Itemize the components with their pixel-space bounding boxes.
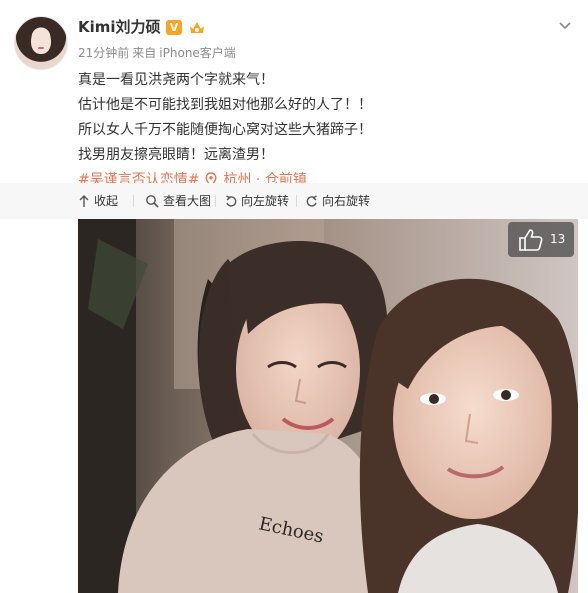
toolbar-divider — [296, 195, 297, 207]
avatar[interactable] — [14, 16, 68, 70]
verified-v-icon: V — [166, 20, 182, 35]
source-prefix: 来自 — [132, 46, 157, 60]
member-crown-icon[interactable] — [188, 19, 206, 36]
post-line: 估计他是不可能找到我姐对他那么好的人了！！ — [78, 97, 372, 113]
rotate-right-button[interactable]: 向右旋转 — [306, 183, 370, 219]
post-time[interactable]: 21分钟前 — [78, 46, 129, 60]
toolbar-divider — [215, 195, 216, 207]
weibo-post: Kimi刘力硕 V 21分钟前 来自 iPhone客户端 真是一看见洪尧两个字就来气… — [0, 0, 588, 593]
post-photo[interactable]: Echoes — [78, 219, 578, 593]
chevron-down-icon[interactable] — [558, 18, 572, 32]
post-line: 真是一看见洪尧两个字就来气！ — [78, 72, 274, 88]
avatar-lip — [38, 47, 44, 49]
username[interactable]: Kimi刘力硕 — [78, 17, 161, 37]
selfie-illustration: Echoes — [78, 219, 578, 593]
magnifier-icon — [146, 195, 159, 208]
rotate-left-icon — [226, 195, 237, 207]
arrow-up-icon — [79, 195, 89, 207]
like-count: 13 — [550, 232, 566, 246]
rotate-right-label: 向右旋转 — [322, 194, 371, 208]
view-large-button[interactable]: 查看大图 — [145, 183, 211, 219]
image-toolbar: 收起 查看大图 向左旋转 向右旋转 — [0, 183, 588, 219]
post-content: 真是一看见洪尧两个字就来气！ 估计他是不可能找到我姐对他那么好的人了！！ 所以女… — [78, 68, 578, 193]
view-large-label: 查看大图 — [163, 194, 212, 208]
avatar-face — [31, 28, 51, 54]
post-source[interactable]: iPhone客户端 — [159, 46, 236, 60]
rotate-left-label: 向左旋转 — [241, 194, 290, 208]
toolbar-divider — [133, 195, 134, 207]
like-button[interactable]: 13 — [508, 222, 574, 257]
rotate-left-button[interactable]: 向左旋转 — [225, 183, 289, 219]
collapse-button[interactable]: 收起 — [78, 183, 118, 219]
post-header: Kimi刘力硕 V 21分钟前 来自 iPhone客户端 — [78, 17, 558, 67]
rotate-right-icon — [306, 195, 317, 207]
post-line: 找男朋友擦亮眼睛！远离渣男！ — [78, 147, 274, 163]
thumbs-up-icon — [519, 229, 543, 251]
collapse-label: 收起 — [94, 194, 119, 208]
post-meta: 21分钟前 来自 iPhone客户端 — [78, 45, 239, 61]
post-line: 所以女人千万不能随便掏心窝对这些大猪蹄子！ — [78, 122, 372, 138]
